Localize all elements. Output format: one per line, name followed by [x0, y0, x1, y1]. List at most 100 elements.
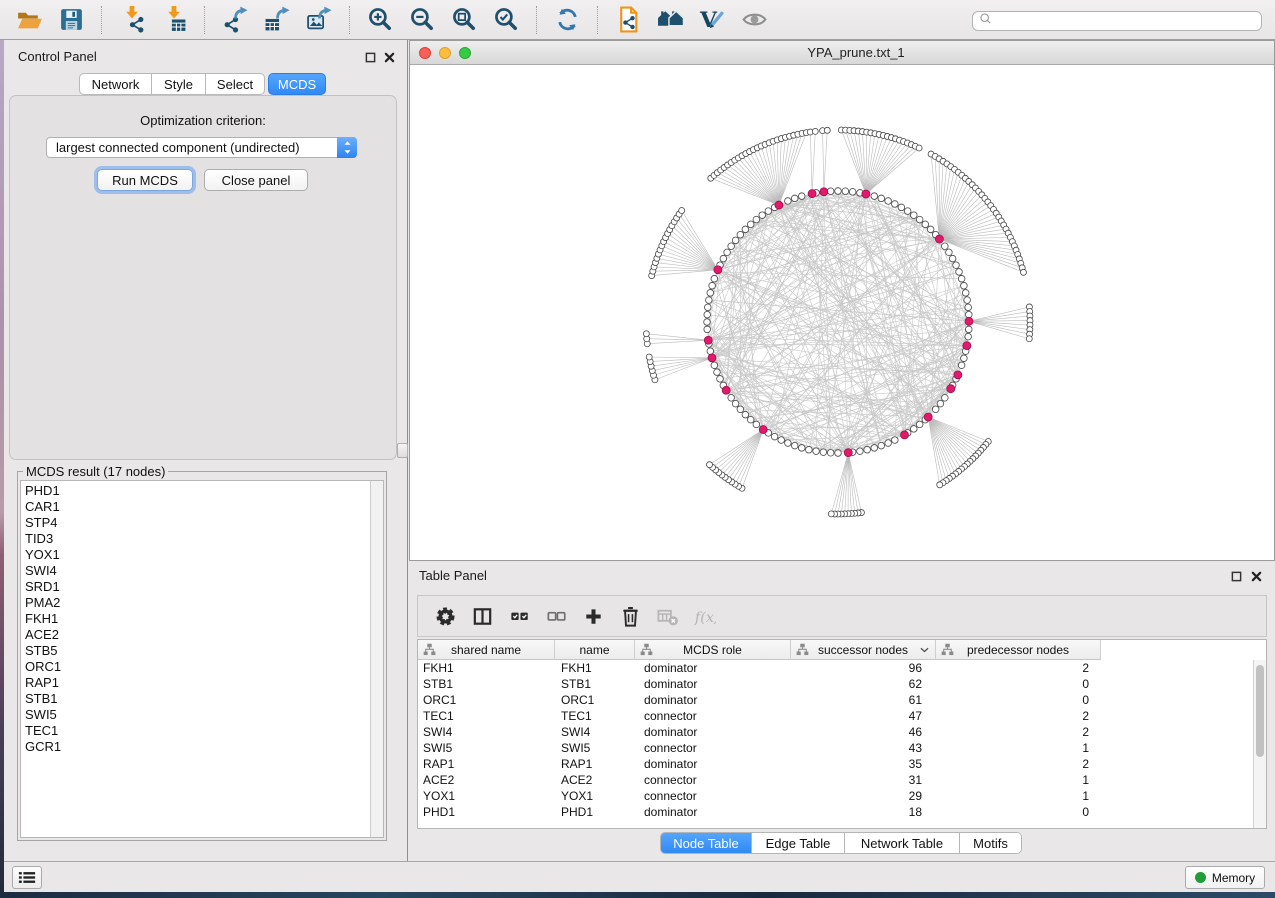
- zoom-in-button[interactable]: [363, 3, 397, 37]
- deselect-all-rows-button[interactable]: [544, 603, 570, 629]
- task-history-button[interactable]: [12, 866, 42, 889]
- settings-gear-button[interactable]: [433, 603, 459, 629]
- table-row[interactable]: PHD1PHD1dominator180: [418, 804, 1253, 820]
- table-row[interactable]: TEC1TEC1connector472: [418, 708, 1253, 724]
- add-column-button[interactable]: [581, 603, 607, 629]
- function-builder-button[interactable]: f(x): [692, 603, 718, 629]
- table-row[interactable]: ACE2ACE2connector311: [418, 772, 1253, 788]
- table-row[interactable]: FKH1FKH1dominator962: [418, 660, 1253, 676]
- column-header-shared-name[interactable]: shared name: [418, 640, 555, 660]
- tab-node-table[interactable]: Node Table: [661, 833, 751, 853]
- table-row[interactable]: YOX1YOX1connector291: [418, 788, 1253, 804]
- mcds-result-item[interactable]: TID3: [25, 531, 383, 547]
- mcds-result-item[interactable]: YOX1: [25, 547, 383, 563]
- search-input[interactable]: [997, 14, 1255, 28]
- tab-network[interactable]: Network: [79, 73, 152, 95]
- run-mcds-button[interactable]: Run MCDS: [97, 169, 193, 191]
- refresh-network-icon: [554, 6, 581, 33]
- column-header-name[interactable]: name: [555, 640, 635, 660]
- mcds-result-scrollbar[interactable]: [370, 481, 383, 837]
- column-header-MCDS-role[interactable]: MCDS role: [635, 640, 791, 660]
- cell-name: SWI5: [555, 741, 635, 755]
- save-session-button[interactable]: [54, 3, 88, 37]
- mcds-result-listbox[interactable]: PHD1CAR1STP4TID3YOX1SWI4SRD1PMA2FKH1ACE2…: [20, 480, 384, 838]
- tab-edge-table[interactable]: Edge Table: [751, 833, 844, 853]
- mcds-result-item[interactable]: GCR1: [25, 739, 383, 755]
- float-table-panel-icon[interactable]: [1229, 569, 1243, 583]
- mcds-result-item[interactable]: STP4: [25, 515, 383, 531]
- network-window-titlebar[interactable]: YPA_prune.txt_1: [410, 41, 1274, 65]
- optimization-criterion-dropdown[interactable]: largest connected component (undirected): [46, 137, 357, 158]
- optimization-criterion-label: Optimization criterion:: [10, 113, 396, 128]
- cell-shared-name: SWI4: [418, 725, 555, 739]
- mcds-result-item[interactable]: SRD1: [25, 579, 383, 595]
- refresh-network-button[interactable]: [550, 3, 584, 37]
- mcds-result-item[interactable]: RAP1: [25, 675, 383, 691]
- export-image-button[interactable]: [302, 3, 336, 37]
- vizmapper-button[interactable]: V: [695, 3, 729, 37]
- mcds-result-item[interactable]: FKH1: [25, 611, 383, 627]
- zoom-fit-button[interactable]: [447, 3, 481, 37]
- cell-successor-nodes: 29: [791, 789, 936, 803]
- main-toolbar: V: [0, 0, 1275, 40]
- memory-button[interactable]: Memory: [1185, 866, 1265, 889]
- import-network-icon: [119, 6, 146, 33]
- import-table-button[interactable]: [157, 3, 191, 37]
- mcds-result-item[interactable]: ACE2: [25, 627, 383, 643]
- table-row[interactable]: STB1STB1dominator620: [418, 676, 1253, 692]
- cell-MCDS-role: dominator: [635, 661, 791, 675]
- zoom-out-icon: [409, 6, 436, 33]
- column-header-predecessor-nodes[interactable]: predecessor nodes: [936, 640, 1101, 660]
- cell-predecessor-nodes: 0: [936, 677, 1101, 691]
- cell-predecessor-nodes: 1: [936, 773, 1101, 787]
- node-table[interactable]: shared namenameMCDS rolesuccessor nodesp…: [417, 639, 1267, 829]
- mcds-result-item[interactable]: ORC1: [25, 659, 383, 675]
- zoom-out-button[interactable]: [405, 3, 439, 37]
- network-canvas[interactable]: [410, 65, 1274, 560]
- mcds-result-item[interactable]: SWI4: [25, 563, 383, 579]
- table-scrollbar[interactable]: [1253, 660, 1266, 828]
- columns-button[interactable]: [470, 603, 496, 629]
- panel-splitter-handle[interactable]: [397, 443, 408, 458]
- hide-graphics-button[interactable]: [737, 3, 771, 37]
- table-row[interactable]: SWI4SWI4dominator462: [418, 724, 1253, 740]
- mcds-result-item[interactable]: TEC1: [25, 723, 383, 739]
- cell-successor-nodes: 46: [791, 725, 936, 739]
- mcds-result-item[interactable]: PHD1: [25, 483, 383, 499]
- select-all-rows-button[interactable]: [507, 603, 533, 629]
- import-table-icon: [161, 6, 188, 33]
- mcds-result-item[interactable]: CAR1: [25, 499, 383, 515]
- close-panel-button[interactable]: Close panel: [204, 169, 308, 191]
- open-file-button[interactable]: [12, 3, 46, 37]
- cell-MCDS-role: connector: [635, 709, 791, 723]
- delete-table-button[interactable]: [655, 603, 681, 629]
- tab-style[interactable]: Style: [152, 73, 206, 95]
- table-row[interactable]: RAP1RAP1dominator352: [418, 756, 1253, 772]
- tab-mcds[interactable]: MCDS: [268, 73, 326, 95]
- close-panel-icon[interactable]: [382, 50, 396, 64]
- mcds-result-item[interactable]: STB5: [25, 643, 383, 659]
- table-row[interactable]: SWI5SWI5connector431: [418, 740, 1253, 756]
- import-network-button[interactable]: [115, 3, 149, 37]
- export-network-button[interactable]: [218, 3, 252, 37]
- control-panel: Control Panel NetworkStyleSelectMCDS Opt…: [4, 40, 408, 861]
- tab-motifs[interactable]: Motifs: [959, 833, 1021, 853]
- tab-network-table[interactable]: Network Table: [844, 833, 959, 853]
- table-row[interactable]: ORC1ORC1dominator610: [418, 692, 1253, 708]
- network-overview-button[interactable]: [653, 3, 687, 37]
- export-image-icon: [306, 6, 333, 33]
- column-header-successor-nodes[interactable]: successor nodes: [791, 640, 936, 660]
- delete-column-button[interactable]: [618, 603, 644, 629]
- zoom-selected-button[interactable]: [489, 3, 523, 37]
- share-document-button[interactable]: [611, 3, 645, 37]
- float-panel-icon[interactable]: [363, 50, 377, 64]
- mcds-result-item[interactable]: STB1: [25, 691, 383, 707]
- search-box[interactable]: [972, 11, 1262, 31]
- status-bar: Memory: [4, 861, 1275, 892]
- table-scrollbar-thumb[interactable]: [1256, 665, 1264, 757]
- mcds-result-item[interactable]: SWI5: [25, 707, 383, 723]
- export-table-button[interactable]: [260, 3, 294, 37]
- close-table-panel-icon[interactable]: [1249, 569, 1263, 583]
- mcds-result-item[interactable]: PMA2: [25, 595, 383, 611]
- tab-select[interactable]: Select: [206, 73, 265, 95]
